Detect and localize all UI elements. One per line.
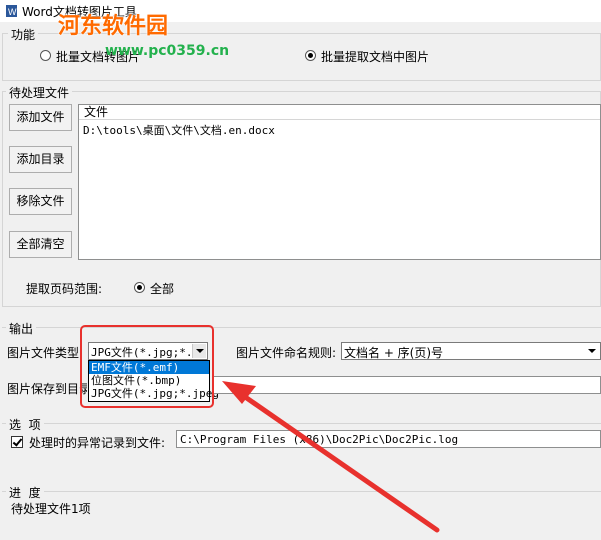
annotation-arrow-icon xyxy=(222,381,440,533)
